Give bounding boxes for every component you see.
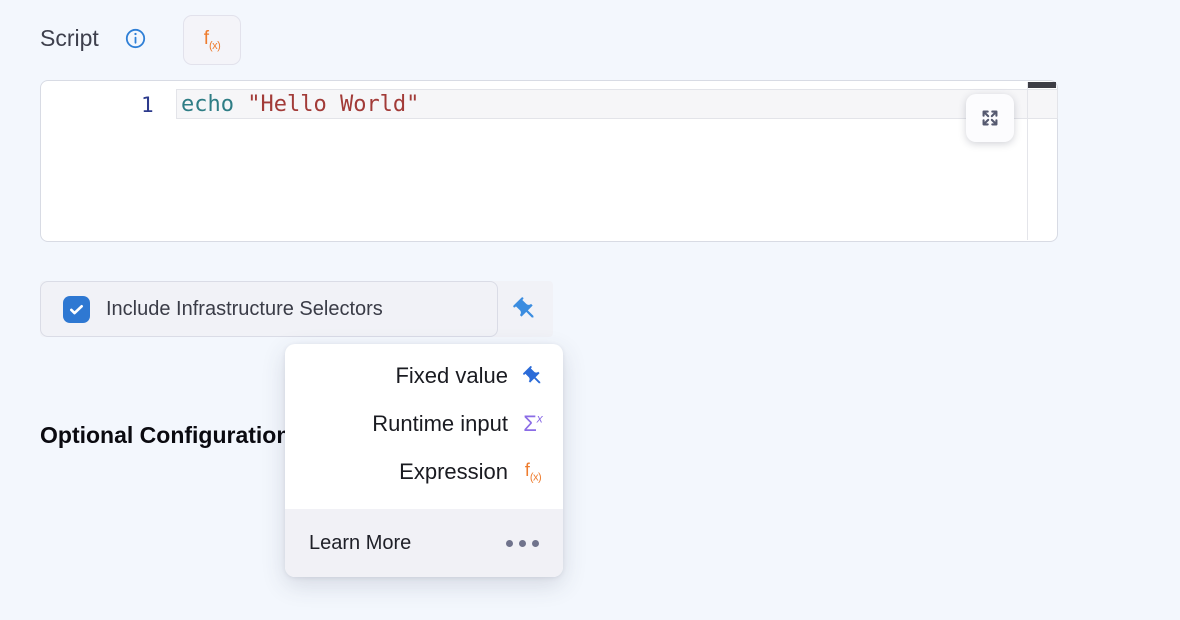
include-infrastructure-selectors-checkbox[interactable] xyxy=(63,296,90,323)
fx-expression-icon: f(x) xyxy=(204,28,221,52)
menu-items: Fixed value Runtime input Σx Expression … xyxy=(285,344,563,496)
checkbox-label[interactable]: Include Infrastructure Selectors xyxy=(106,298,383,321)
sigma-x-icon: Σx xyxy=(519,411,547,437)
fx-expression-icon: f(x) xyxy=(519,460,547,484)
menu-footer: Learn More xyxy=(285,509,563,577)
script-field-label: Script xyxy=(40,25,99,52)
expand-editor-button[interactable] xyxy=(966,94,1014,142)
page: Script f(x) 1 echo "Hello World" xyxy=(0,0,1180,620)
expand-arrows-icon xyxy=(979,107,1001,129)
code-line: echo "Hello World" xyxy=(181,90,419,119)
scrollbar-thumb[interactable] xyxy=(1028,82,1056,88)
menu-item-fixed-value[interactable]: Fixed value xyxy=(285,352,563,400)
line-number: 1 xyxy=(141,90,163,120)
script-code-editor[interactable]: 1 echo "Hello World" xyxy=(40,80,1058,242)
expression-toggle-button[interactable]: f(x) xyxy=(183,15,241,65)
value-type-selector-button[interactable] xyxy=(498,281,553,337)
code-token-space xyxy=(234,92,247,117)
value-type-menu: Fixed value Runtime input Σx Expression … xyxy=(285,344,563,577)
learn-more-link[interactable]: Learn More xyxy=(309,532,411,555)
pushpin-icon xyxy=(512,296,539,323)
include-infrastructure-selectors-row: Include Infrastructure Selectors xyxy=(40,281,553,337)
ellipsis-icon[interactable] xyxy=(506,540,539,547)
info-icon[interactable] xyxy=(125,28,146,49)
checkmark-icon xyxy=(67,300,86,319)
scrollbar-track-divider xyxy=(1027,82,1028,240)
menu-item-runtime-input[interactable]: Runtime input Σx xyxy=(285,400,563,448)
optional-configuration-heading: Optional Configuration xyxy=(40,422,290,449)
code-token-command: echo xyxy=(181,92,234,117)
menu-item-expression[interactable]: Expression f(x) xyxy=(285,448,563,496)
pushpin-icon xyxy=(519,365,547,388)
checkbox-field[interactable]: Include Infrastructure Selectors xyxy=(40,281,498,337)
code-token-string: "Hello World" xyxy=(247,92,419,117)
